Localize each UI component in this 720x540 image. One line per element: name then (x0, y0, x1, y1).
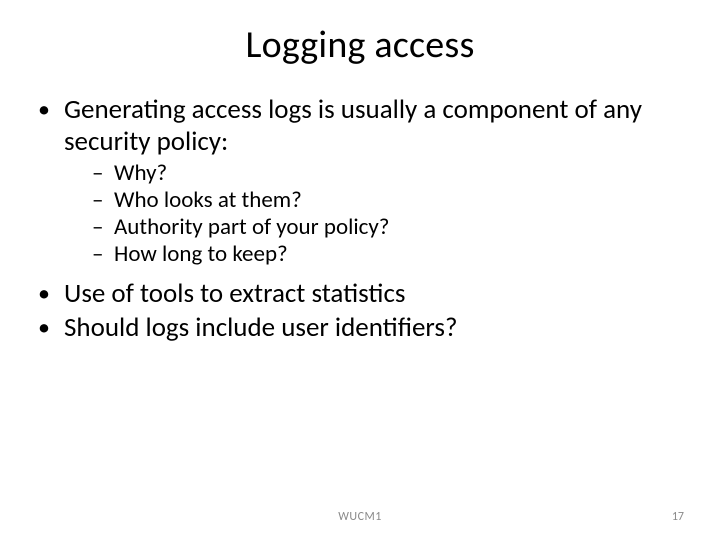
sub-bullet-text: Authority part of your policy? (114, 213, 389, 241)
sub-bullet-text: Who looks at them? (114, 186, 302, 214)
sub-bullet-item: Why? (92, 160, 684, 187)
bullet-text: Use of tools to extract statistics (64, 277, 405, 310)
slide: Logging access Generating access logs is… (0, 0, 720, 540)
sub-bullet-text: How long to keep? (114, 240, 288, 268)
slide-title: Logging access (0, 0, 720, 76)
page-number: 17 (672, 510, 684, 524)
sub-bullet-item: How long to keep? (92, 241, 684, 268)
sub-bullet-item: Who looks at them? (92, 187, 684, 214)
sub-bullet-text: Why? (114, 159, 167, 187)
bullet-item: Use of tools to extract statistics (36, 278, 684, 310)
sub-bullet-list: Why? Who looks at them? Authority part o… (64, 160, 684, 269)
slide-body: Generating access logs is usually a comp… (0, 76, 720, 344)
footer-center: WUCM1 (0, 510, 720, 524)
bullet-list: Generating access logs is usually a comp… (36, 94, 684, 344)
sub-bullet-item: Authority part of your policy? (92, 214, 684, 241)
bullet-text: Should logs include user identifiers? (64, 311, 457, 344)
bullet-item: Generating access logs is usually a comp… (36, 94, 684, 268)
bullet-item: Should logs include user identifiers? (36, 312, 684, 344)
bullet-text: Generating access logs is usually a comp… (64, 93, 642, 158)
